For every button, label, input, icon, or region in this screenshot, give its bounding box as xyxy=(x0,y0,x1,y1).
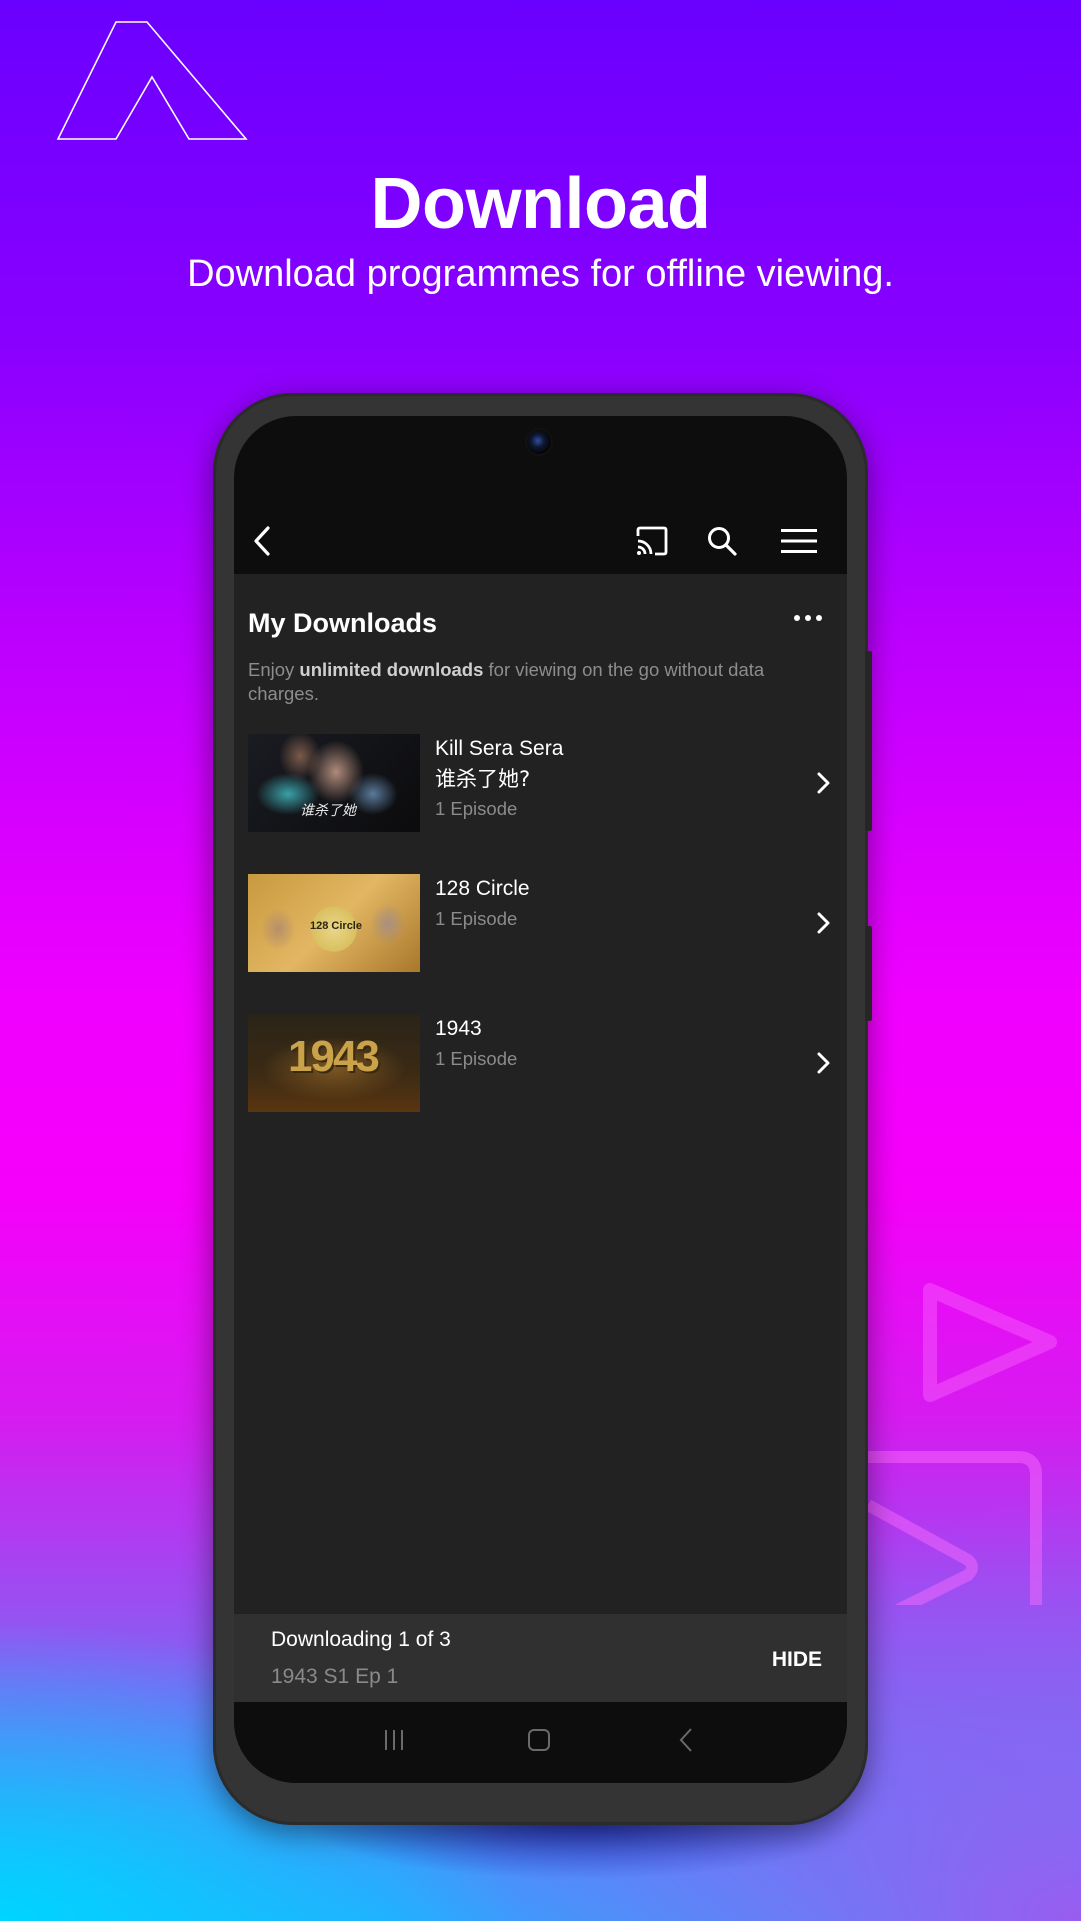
more-options-button[interactable] xyxy=(791,610,825,626)
thumbnail-caption: 谁杀了她 xyxy=(300,803,356,819)
item-title: 1943 xyxy=(435,1017,482,1040)
more-horizontal-icon-dot xyxy=(794,615,800,621)
item-episode-count: 1 Episode xyxy=(435,908,518,929)
home-button[interactable] xyxy=(519,1720,559,1760)
item-title: 128 Circle xyxy=(435,877,530,900)
phone-side-button xyxy=(865,651,872,831)
chevron-left-icon xyxy=(254,526,270,556)
page-description: Enjoy unlimited downloads for viewing on… xyxy=(248,658,768,706)
thumbnail-1943: 1943 xyxy=(248,1014,420,1112)
chevron-right-icon xyxy=(817,912,830,934)
cast-icon xyxy=(636,526,668,556)
description-highlight: unlimited downloads xyxy=(299,659,484,680)
item-alt-title: 谁杀了她? xyxy=(435,767,531,791)
thumbnail-caption: 1943 xyxy=(288,1032,380,1081)
more-horizontal-icon-dot xyxy=(805,615,811,621)
back-button[interactable] xyxy=(242,521,282,561)
decorative-play-box-icon xyxy=(868,1451,1042,1605)
thumbnail-kill-sera-sera: 谁杀了她 xyxy=(248,734,420,832)
home-icon xyxy=(528,1729,550,1751)
app-bar xyxy=(234,513,847,569)
download-current-item: 1943 S1 Ep 1 xyxy=(271,1665,399,1688)
item-episode-count: 1 Episode xyxy=(435,798,518,819)
download-item-kill-sera-sera[interactable]: 谁杀了她 Kill Sera Sera 谁杀了她? 1 Episode xyxy=(234,734,847,832)
page-title: My Downloads xyxy=(248,608,438,638)
description-text: Enjoy xyxy=(248,659,300,680)
system-nav-bar xyxy=(234,1702,847,1783)
hamburger-menu-icon xyxy=(781,529,817,553)
download-progress-text: Downloading 1 of 3 xyxy=(271,1628,451,1651)
cast-button[interactable] xyxy=(630,519,674,563)
front-camera xyxy=(527,430,551,454)
phone-frame: My Downloads Enjoy unlimited downloads f… xyxy=(213,393,872,1825)
recents-button[interactable] xyxy=(374,1720,414,1760)
phone-side-button xyxy=(865,926,872,1021)
system-back-button[interactable] xyxy=(666,1720,706,1760)
download-status-bar: Downloading 1 of 3 1943 S1 Ep 1 HIDE xyxy=(234,1614,847,1702)
decorative-play-icon xyxy=(923,1283,1057,1402)
item-title: Kill Sera Sera xyxy=(435,737,564,760)
hide-button[interactable]: HIDE xyxy=(772,1648,822,1672)
search-button[interactable] xyxy=(700,519,744,563)
download-item-1943[interactable]: 1943 1943 1 Episode xyxy=(234,1014,847,1112)
promo-title: Download xyxy=(370,164,711,244)
item-details: 1943 1 Episode xyxy=(435,1014,517,1074)
item-episode-count: 1 Episode xyxy=(435,1048,518,1069)
thumbnail-caption: 128 Circle xyxy=(310,920,362,932)
thumbnail-128-circle: 128 Circle xyxy=(248,874,420,972)
recents-icon xyxy=(385,1730,403,1750)
brand-logo-icon xyxy=(56,21,248,140)
item-details: 128 Circle 1 Episode xyxy=(435,874,530,934)
more-horizontal-icon-dot xyxy=(816,615,822,621)
downloads-page: My Downloads Enjoy unlimited downloads f… xyxy=(234,574,847,1614)
chevron-right-icon xyxy=(817,772,830,794)
promo-subtitle: Download programmes for offline viewing. xyxy=(187,253,894,295)
chevron-right-icon xyxy=(817,1052,830,1074)
menu-button[interactable] xyxy=(774,519,824,563)
download-item-128-circle[interactable]: 128 Circle 128 Circle 1 Episode xyxy=(234,874,847,972)
phone-screen: My Downloads Enjoy unlimited downloads f… xyxy=(234,416,847,1783)
back-icon xyxy=(679,1728,692,1752)
item-details: Kill Sera Sera 谁杀了她? 1 Episode xyxy=(435,734,563,824)
search-icon xyxy=(708,527,737,556)
